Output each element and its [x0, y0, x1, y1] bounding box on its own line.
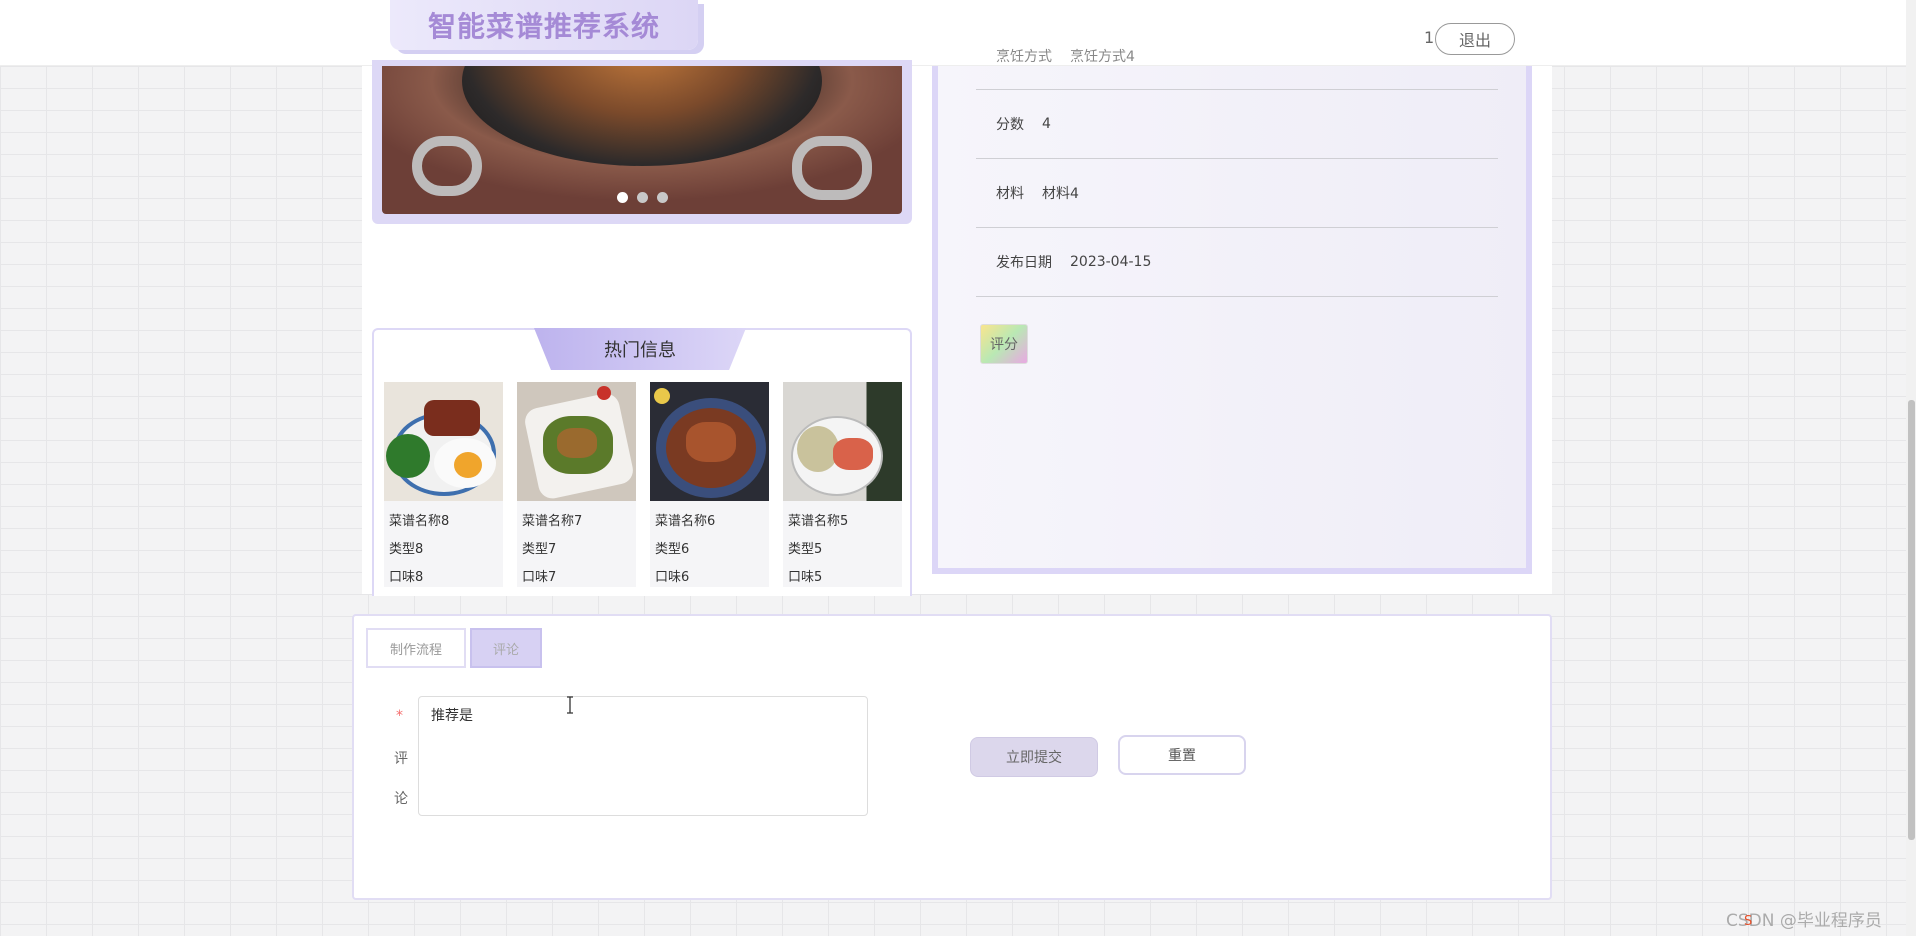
hot-item-taste: 口味5 — [788, 570, 823, 585]
comment-label-char-2: 论 — [394, 791, 408, 807]
hot-item-type: 类型5 — [788, 542, 823, 557]
detail-row-score: 分数 4 — [976, 90, 1498, 159]
recipe-thumbnail — [384, 382, 503, 501]
hot-item-name: 菜谱名称8 — [389, 514, 450, 529]
detail-value: 4 — [1042, 116, 1051, 132]
submit-button[interactable]: 立即提交 — [970, 737, 1098, 777]
hot-item-taste: 口味7 — [522, 570, 557, 585]
comment-label-char-1: 评 — [394, 751, 408, 767]
brand-banner: 智能菜谱推荐系统 — [390, 0, 698, 50]
detail-label: 分数 — [996, 117, 1024, 133]
hot-item-type: 类型6 — [655, 542, 690, 557]
rate-button[interactable]: 评分 — [980, 324, 1028, 364]
detail-row-material: 材料 材料4 — [976, 159, 1498, 228]
detail-value: 烹饪方式4 — [1070, 49, 1135, 65]
hot-item-card[interactable]: 菜谱名称5 类型5 口味5 — [783, 382, 902, 587]
detail-label: 发布日期 — [996, 255, 1052, 271]
comment-section: 制作流程 评论 * 评 论 立即提交 重置 — [352, 614, 1552, 900]
pot-handle-right — [792, 136, 872, 200]
site-title: 智能菜谱推荐系统 — [427, 10, 660, 43]
hot-item-taste: 口味6 — [655, 570, 690, 585]
recipe-thumbnail — [783, 382, 902, 501]
detail-label: 烹饪方式 — [996, 49, 1052, 65]
hot-item-name: 菜谱名称5 — [788, 514, 849, 529]
required-mark: * — [396, 708, 403, 724]
hot-item-card[interactable]: 菜谱名称7 类型7 口味7 — [517, 382, 636, 587]
hot-item-name: 菜谱名称6 — [655, 514, 716, 529]
recipe-thumbnail — [517, 382, 636, 501]
tab-comment[interactable]: 评论 — [470, 628, 542, 668]
detail-value: 2023-04-15 — [1070, 254, 1152, 270]
detail-label: 材料 — [996, 186, 1024, 202]
hot-item-type: 类型7 — [522, 542, 557, 557]
carousel-dot-3[interactable] — [657, 192, 668, 203]
reset-button[interactable]: 重置 — [1118, 735, 1246, 775]
carousel-dot-1[interactable] — [617, 192, 628, 203]
top-navbar: 智能菜谱推荐系统 1 退出 — [0, 0, 1906, 66]
hot-item-type: 类型8 — [389, 542, 424, 557]
hot-info-panel: 热门信息 菜谱名称8 类型8 口味8 菜谱名称7 类型7 口味7 菜谱名称6 类… — [372, 328, 912, 596]
detail-value: 材料4 — [1042, 186, 1079, 202]
recipe-detail-panel: 烹饪方式 烹饪方式4 分数 4 材料 材料4 发布日期 2023-04-15 评… — [932, 49, 1532, 574]
hot-item-card[interactable]: 菜谱名称6 类型6 口味6 — [650, 382, 769, 587]
recipe-thumbnail — [650, 382, 769, 501]
tab-process[interactable]: 制作流程 — [366, 628, 466, 668]
hot-info-title: 热门信息 — [534, 328, 746, 370]
hotpot-image-shape — [462, 66, 822, 166]
scrollbar-thumb[interactable] — [1908, 400, 1915, 840]
ime-icon: S — [1744, 913, 1753, 929]
hot-item-card[interactable]: 菜谱名称8 类型8 口味8 — [384, 382, 503, 587]
system-tray: S — [1744, 910, 1904, 932]
detail-row-cooking: 烹饪方式 烹饪方式4 — [976, 42, 1498, 90]
carousel-dot-2[interactable] — [637, 192, 648, 203]
detail-row-date: 发布日期 2023-04-15 — [976, 228, 1498, 297]
comment-textarea[interactable] — [418, 696, 868, 816]
text-cursor-icon — [567, 696, 573, 714]
pot-handle-left — [412, 136, 482, 196]
hot-item-name: 菜谱名称7 — [522, 514, 583, 529]
hot-item-taste: 口味8 — [389, 570, 424, 585]
